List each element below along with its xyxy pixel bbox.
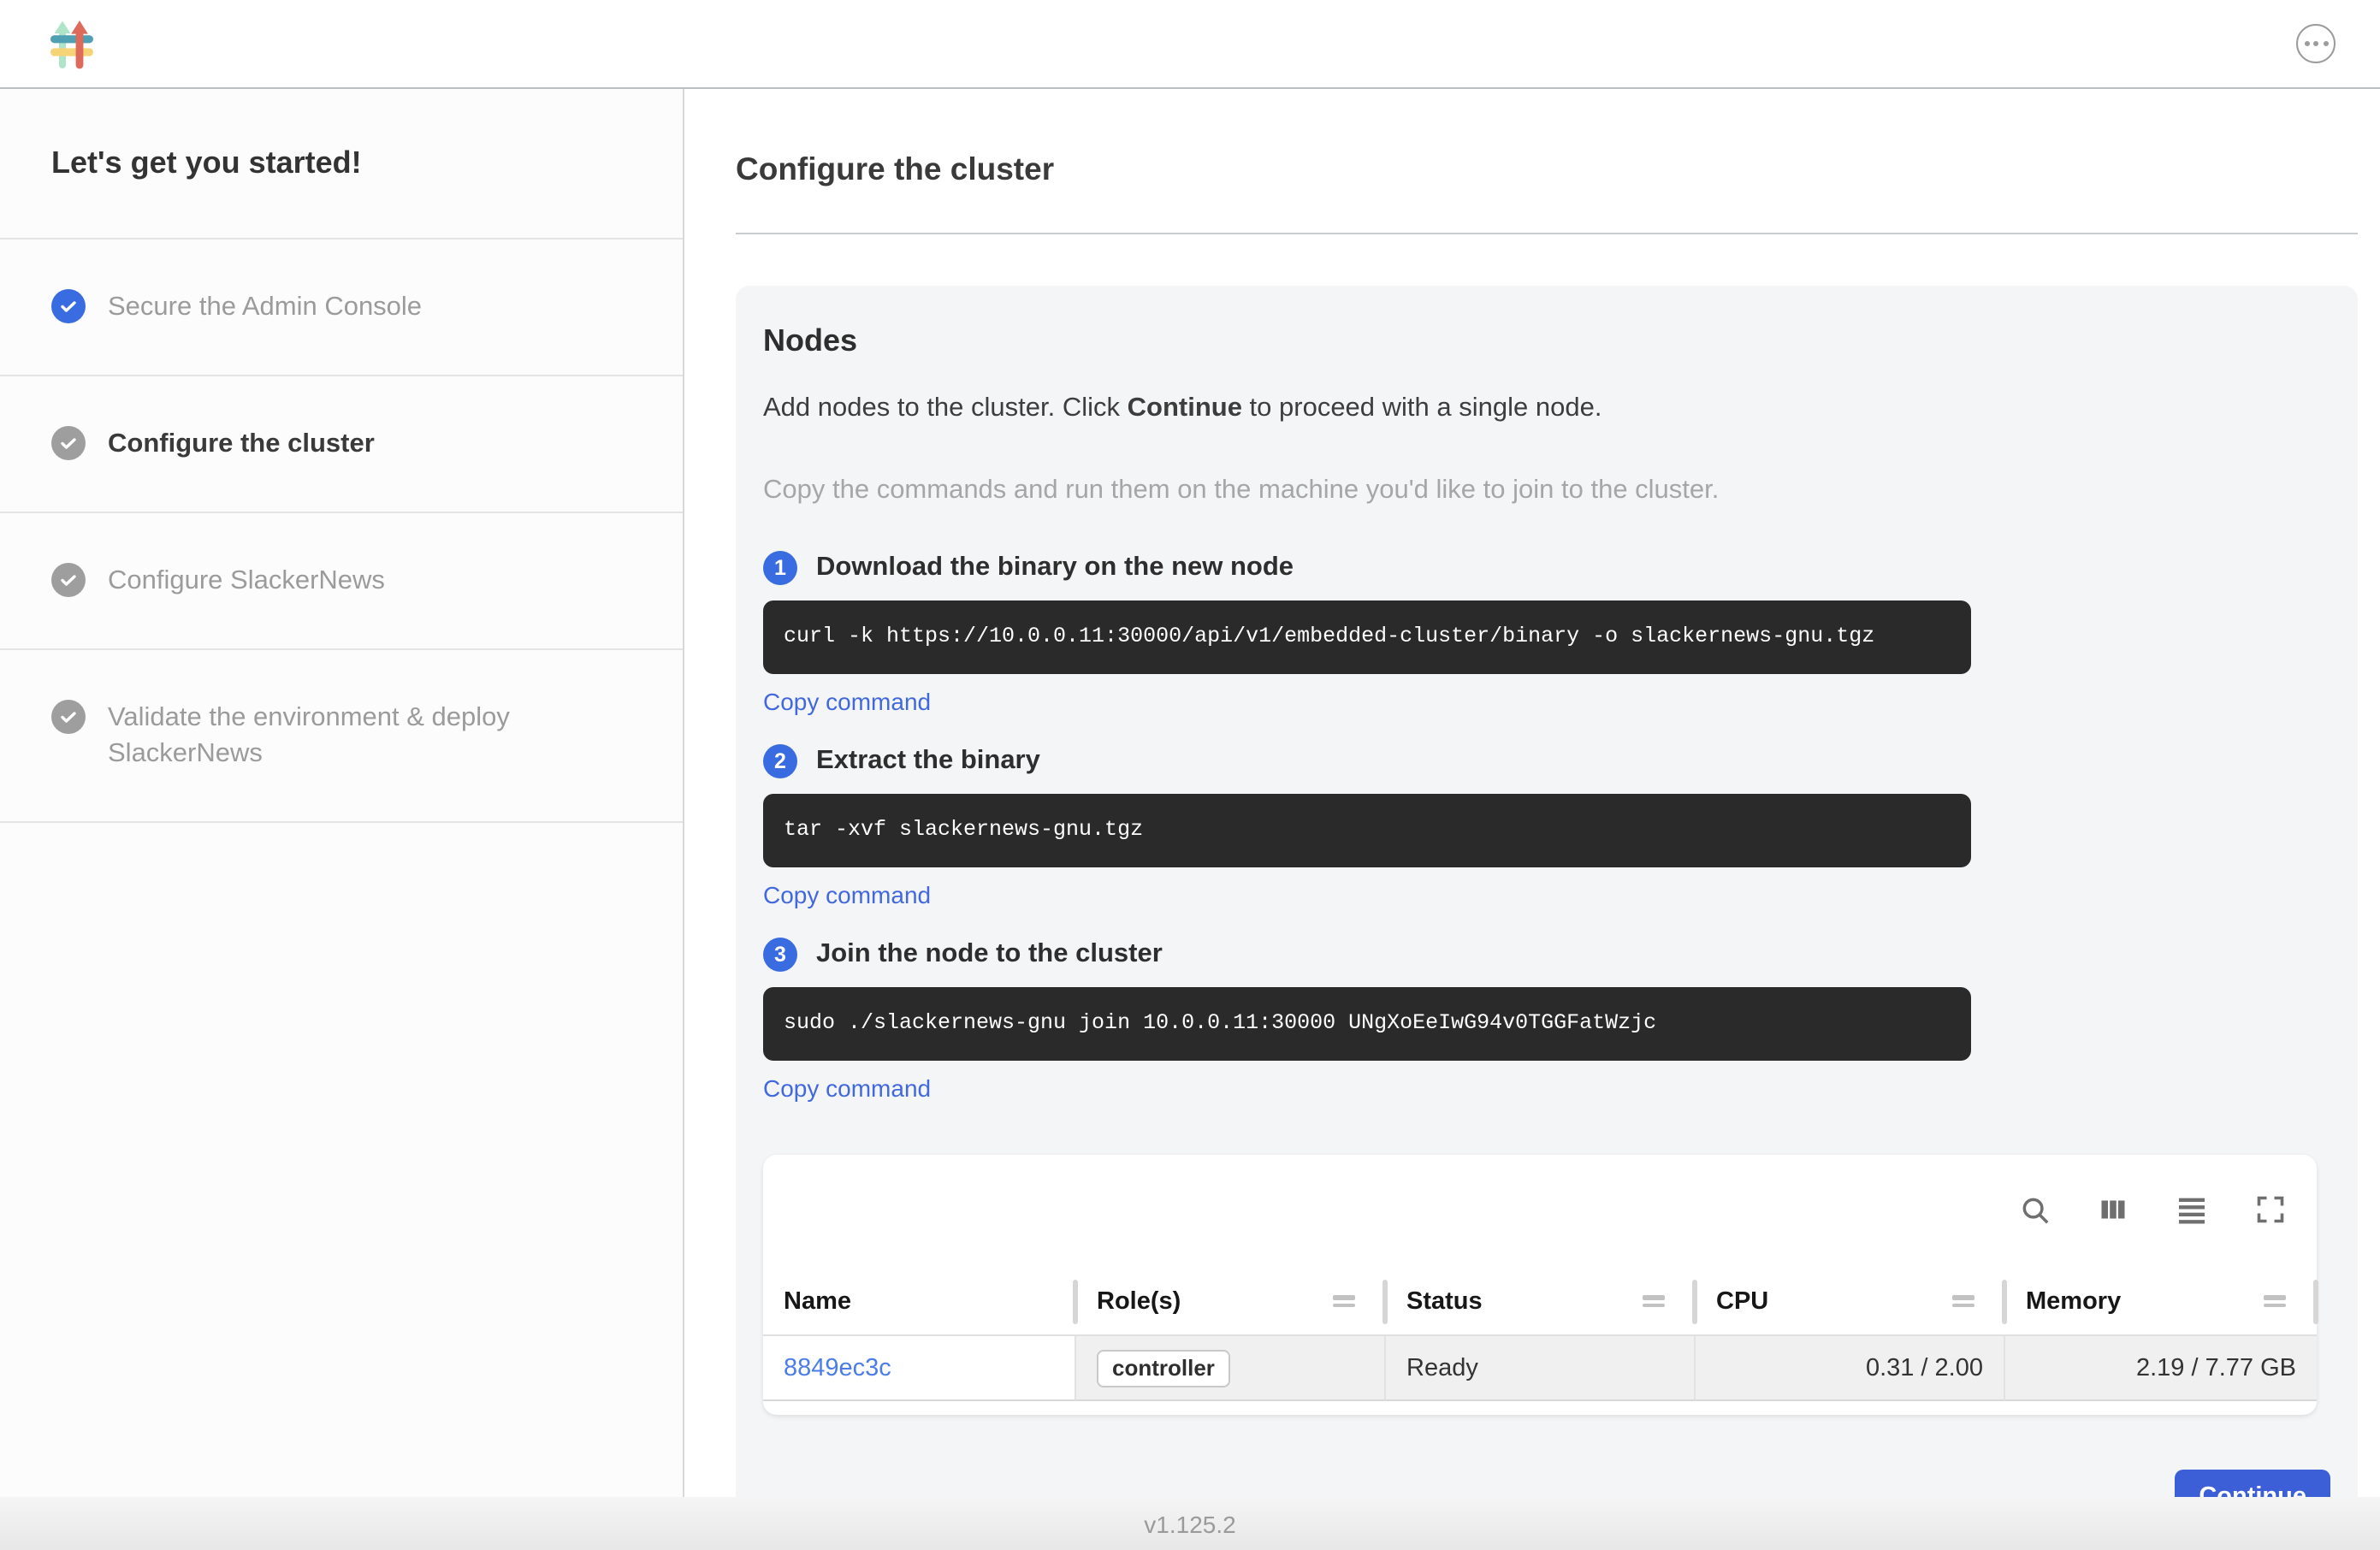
overflow-menu-button[interactable] [2296,24,2336,63]
column-header-label: Name [784,1287,851,1315]
slackernews-logo-icon [50,17,96,70]
node-memory-cell: 2.19 / 7.77 GB [2005,1336,2317,1401]
step-3-header: 3 Join the node to the cluster [763,938,2330,972]
step-3-copy-command-link[interactable]: Copy command [763,1074,931,1102]
column-separator[interactable] [1692,1279,1697,1323]
step-2-command-block: tar -xvf slackernews-gnu.tgz [763,794,1971,867]
step-3-number-badge: 3 [763,938,797,972]
sidebar-step-configure-slackernews[interactable]: Configure SlackerNews [0,513,683,650]
column-header-label: Memory [2026,1287,2121,1315]
version-label: v1.125.2 [1144,1510,1235,1537]
column-menu-icon[interactable] [1643,1292,1665,1310]
column-menu-icon[interactable] [1333,1292,1355,1310]
step-1-number-badge: 1 [763,551,797,585]
nodes-table-panel: Name Role(s) Status [763,1155,2317,1415]
step-2-title: Extract the binary [816,746,1040,777]
column-header-memory[interactable]: Memory [2005,1268,2317,1336]
node-status-cell: Ready [1386,1336,1696,1401]
admin-console-app: Let's get you started! Secure the Admin … [0,0,2380,1550]
column-separator[interactable] [1073,1279,1078,1323]
intro-suffix: to proceed with a single node. [1242,393,1602,423]
intro-prefix: Add nodes to the cluster. Click [763,393,1128,423]
column-separator[interactable] [2313,1279,2318,1323]
column-menu-icon[interactable] [1952,1292,1974,1310]
search-icon[interactable] [2019,1193,2051,1226]
sidebar-title: Let's get you started! [0,89,683,240]
sidebar-step-label: Validate the environment & deploy Slacke… [108,700,631,772]
nodes-heading: Nodes [763,323,2330,359]
step-2-header: 2 Extract the binary [763,744,2330,778]
check-circle-icon [51,563,86,597]
top-bar [0,0,2380,89]
check-circle-icon [51,700,86,734]
step-1-title: Download the binary on the new node [816,553,1294,583]
nodes-card: Nodes Add nodes to the cluster. Click Co… [736,286,2358,1550]
step-2-number-badge: 2 [763,744,797,778]
content-area: Let's get you started! Secure the Admin … [0,89,2380,1497]
node-cpu-cell: 0.31 / 2.00 [1696,1336,2005,1401]
column-header-name[interactable]: Name [763,1268,1076,1336]
step-1-header: 1 Download the binary on the new node [763,551,2330,585]
check-circle-icon [51,289,86,323]
sidebar-step-label: Configure SlackerNews [108,563,385,599]
sidebar-step-label: Configure the cluster [108,426,375,462]
step-1-command-block: curl -k https://10.0.0.11:30000/api/v1/e… [763,600,1971,674]
step-3-title: Join the node to the cluster [816,939,1163,970]
title-divider [736,233,2358,234]
table-row: 8849ec3c controller Ready 0.31 / 2.00 2.… [763,1336,2317,1401]
node-roles-cell: controller [1076,1336,1386,1401]
nodes-intro-text: Add nodes to the cluster. Click Continue… [763,393,2330,424]
copy-commands-hint: Copy the commands and run them on the ma… [763,476,2330,506]
column-header-label: Role(s) [1097,1287,1181,1315]
sidebar-step-label: Secure the Admin Console [108,289,422,325]
column-separator[interactable] [2002,1279,2007,1323]
step-2-copy-command-link[interactable]: Copy command [763,881,931,908]
node-name-link[interactable]: 8849ec3c [784,1354,891,1381]
column-menu-icon[interactable] [2264,1292,2286,1310]
table-toolbar [763,1155,2317,1268]
step-1-copy-command-link[interactable]: Copy command [763,688,931,715]
column-header-roles[interactable]: Role(s) [1076,1268,1386,1336]
role-badge: controller [1097,1349,1230,1387]
table-header-row: Name Role(s) Status [763,1268,2317,1336]
column-header-cpu[interactable]: CPU [1696,1268,2005,1336]
footer: v1.125.2 [0,1497,2380,1550]
columns-icon[interactable] [2098,1194,2128,1225]
intro-bold-continue: Continue [1128,393,1242,423]
setup-sidebar: Let's get you started! Secure the Admin … [0,89,684,1497]
column-header-label: CPU [1716,1287,1768,1315]
node-name-cell: 8849ec3c [763,1336,1076,1401]
column-separator[interactable] [1382,1279,1388,1323]
column-header-status[interactable]: Status [1386,1268,1696,1336]
column-header-label: Status [1406,1287,1483,1315]
main-panel: Configure the cluster Nodes Add nodes to… [684,89,2380,1497]
check-circle-icon [51,426,86,460]
step-3-command-block: sudo ./slackernews-gnu join 10.0.0.11:30… [763,987,1971,1061]
sidebar-step-configure-cluster[interactable]: Configure the cluster [0,376,683,513]
page-title: Configure the cluster [736,151,2358,188]
sidebar-step-secure-admin-console[interactable]: Secure the Admin Console [0,240,683,376]
sidebar-step-validate-deploy[interactable]: Validate the environment & deploy Slacke… [0,650,683,823]
fullscreen-icon[interactable] [2255,1194,2286,1225]
density-icon[interactable] [2175,1192,2209,1227]
